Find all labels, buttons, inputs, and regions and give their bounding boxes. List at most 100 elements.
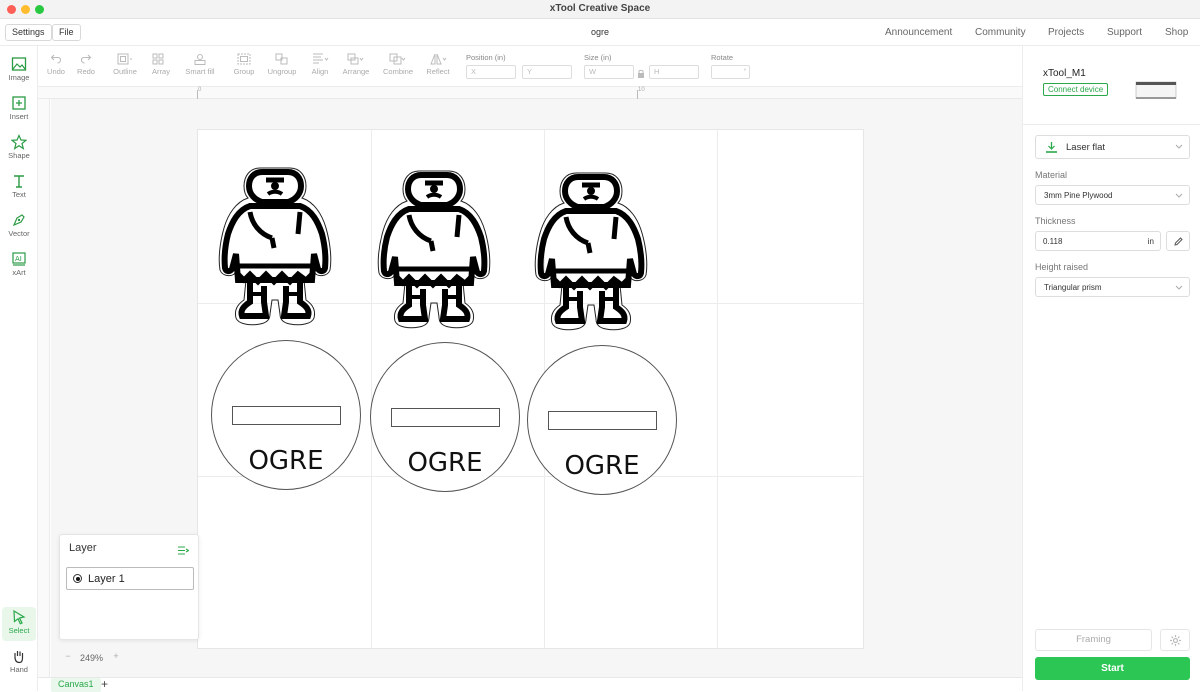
measure-thickness-button[interactable]: [1166, 231, 1190, 251]
material-label: Material: [1035, 170, 1068, 180]
svg-text:AI: AI: [15, 255, 22, 263]
connect-device-button[interactable]: Connect device: [1043, 83, 1109, 96]
combine-button[interactable]: Combine: [380, 53, 416, 76]
tool-select-label: Select: [8, 626, 30, 635]
chevron-down-icon: [1175, 144, 1183, 149]
outline-button[interactable]: Outline: [109, 53, 141, 76]
align-button[interactable]: Align: [308, 53, 332, 76]
thickness-label: Thickness: [1035, 216, 1076, 226]
undo-button[interactable]: Undo: [46, 53, 66, 76]
title-bar: xTool Creative Space: [0, 0, 1200, 19]
arrange-button[interactable]: Arrange: [340, 53, 372, 76]
redo-button[interactable]: Redo: [75, 53, 97, 76]
work-board[interactable]: OGRE OGRE OGRE: [197, 129, 864, 649]
array-button[interactable]: Array: [147, 53, 175, 76]
zoom-out-button[interactable]: −: [62, 651, 74, 665]
tool-vector[interactable]: Vector: [2, 210, 36, 244]
insert-icon: [12, 96, 26, 110]
token-label: OGRE: [407, 448, 483, 478]
chevron-down-icon: [1175, 285, 1183, 290]
nav-shop[interactable]: Shop: [1165, 27, 1188, 38]
tool-xart[interactable]: AI xArt: [2, 249, 36, 283]
token-slot: [391, 408, 500, 427]
rotate-input[interactable]: °: [711, 65, 750, 79]
layer-options-icon[interactable]: [178, 542, 190, 560]
layer-name: Layer 1: [88, 573, 125, 585]
group-button[interactable]: Group: [231, 53, 257, 76]
ogre-token-1[interactable]: OGRE: [211, 340, 361, 490]
nav-projects[interactable]: Projects: [1048, 27, 1084, 38]
layer-active-radio[interactable]: [73, 574, 82, 583]
thickness-input[interactable]: 0.118 in: [1035, 231, 1161, 251]
add-canvas-button[interactable]: +: [101, 677, 108, 691]
right-panel: xTool_M1 Connect device Laser flat Mater…: [1022, 46, 1200, 691]
lock-icon[interactable]: [637, 66, 645, 84]
tool-select[interactable]: Select: [2, 607, 36, 641]
file-button[interactable]: File: [52, 24, 81, 41]
ogre-figure-2[interactable]: [369, 165, 499, 335]
tool-shape-label: Shape: [8, 151, 30, 160]
height-raised-value: Triangular prism: [1044, 283, 1102, 292]
position-label: Position (in): [466, 53, 506, 62]
layer-panel: Layer Layer 1: [59, 534, 199, 640]
thickness-value: 0.118: [1043, 237, 1063, 246]
material-value: 3mm Pine Plywood: [1044, 191, 1113, 200]
array-icon: [152, 53, 164, 65]
nav-community[interactable]: Community: [975, 27, 1026, 38]
token-slot: [232, 406, 341, 425]
pen-icon: [12, 214, 25, 227]
align-icon: [313, 53, 329, 64]
size-w-input[interactable]: W: [584, 65, 634, 79]
token-label: OGRE: [564, 451, 640, 481]
cursor-icon: [13, 609, 26, 625]
left-toolbar: Image Insert Shape Text Vector AI xArt S…: [0, 46, 38, 691]
app-title: xTool Creative Space: [549, 3, 651, 14]
material-select[interactable]: 3mm Pine Plywood: [1035, 185, 1190, 205]
redo-icon: [80, 54, 92, 64]
position-x-input[interactable]: X: [466, 65, 516, 79]
ai-icon: AI: [12, 252, 26, 266]
tool-text[interactable]: Text: [2, 171, 36, 205]
combine-icon: [389, 53, 406, 65]
height-raised-select[interactable]: Triangular prism: [1035, 277, 1190, 297]
left-ruler: [38, 99, 50, 679]
token-slot: [548, 411, 657, 430]
ogre-figure-1[interactable]: [210, 162, 340, 332]
smart-fill-icon: [194, 54, 206, 65]
tab-canvas1[interactable]: Canvas1: [51, 678, 101, 692]
framing-button[interactable]: Framing: [1035, 629, 1152, 651]
ruler-mark-10: 10: [638, 87, 645, 93]
nav-announcement[interactable]: Announcement: [885, 27, 952, 38]
ungroup-icon: [275, 53, 288, 65]
tool-shape[interactable]: Shape: [2, 132, 36, 166]
layer-row[interactable]: Layer 1: [66, 567, 194, 590]
shape-icon: [11, 134, 27, 150]
undo-icon: [50, 54, 62, 64]
start-button[interactable]: Start: [1035, 657, 1190, 680]
top-ruler: 0 10: [38, 87, 1022, 99]
tool-image[interactable]: Image: [2, 54, 36, 88]
tool-hand[interactable]: Hand: [2, 646, 36, 680]
settings-button[interactable]: Settings: [5, 24, 52, 41]
nav-support[interactable]: Support: [1107, 27, 1142, 38]
ungroup-button[interactable]: Ungroup: [265, 53, 299, 76]
ogre-token-3[interactable]: OGRE: [527, 345, 677, 495]
tool-insert-label: Insert: [9, 112, 29, 121]
laser-flat-icon: [1046, 142, 1057, 153]
image-icon: [11, 57, 27, 71]
group-icon: [237, 53, 251, 65]
position-y-input[interactable]: Y: [522, 65, 572, 79]
pencil-icon: [1174, 237, 1183, 246]
reflect-button[interactable]: Reflect: [422, 53, 454, 76]
ogre-token-2[interactable]: OGRE: [370, 342, 520, 492]
size-h-input[interactable]: H: [649, 65, 699, 79]
canvas-tabs: Canvas1 +: [38, 677, 1022, 692]
ogre-figure-3[interactable]: [526, 167, 656, 337]
laser-device-icon: [1135, 81, 1177, 99]
zoom-in-button[interactable]: +: [110, 651, 122, 665]
tool-insert[interactable]: Insert: [2, 93, 36, 127]
process-select[interactable]: Laser flat: [1035, 135, 1190, 159]
chevron-down-icon: [1175, 193, 1183, 198]
process-settings-button[interactable]: [1160, 629, 1190, 651]
smart-fill-button[interactable]: Smart fill: [181, 53, 219, 76]
